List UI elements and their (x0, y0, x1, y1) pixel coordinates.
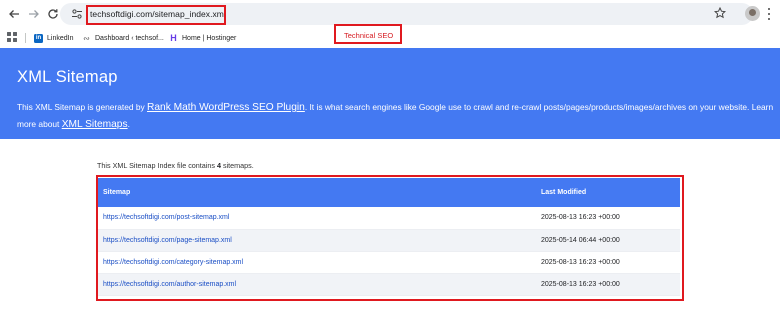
intro-suffix: . (127, 119, 130, 129)
wordpress-icon: ∾ (83, 33, 90, 43)
sitemap-cell: https://techsoftdigi.com/post-sitemap.xm… (98, 207, 541, 230)
bookmark-label: Home | Hostinger (182, 34, 237, 42)
page-title: XML Sitemap (17, 68, 118, 86)
profile-avatar[interactable] (745, 6, 760, 21)
bookmark-hostinger[interactable]: H Home | Hostinger (169, 32, 236, 44)
sitemap-link[interactable]: https://techsoftdigi.com/author-sitemap.… (103, 281, 236, 288)
bookmark-label: LinkedIn (47, 34, 74, 42)
sitemap-cell: https://techsoftdigi.com/page-sitemap.xm… (98, 229, 541, 252)
table-row: https://techsoftdigi.com/category-sitema… (98, 251, 680, 274)
sitemap-link[interactable]: https://techsoftdigi.com/page-sitemap.xm… (103, 237, 232, 244)
column-header-sitemap: Sitemap (98, 178, 541, 207)
rank-math-link[interactable]: Rank Math WordPress SEO Plugin (147, 102, 305, 113)
back-button[interactable] (6, 6, 22, 22)
xml-sitemaps-link[interactable]: XML Sitemaps (62, 119, 128, 130)
reload-icon (48, 9, 58, 19)
arrow-left-icon (9, 10, 19, 18)
sitemap-count-text: This XML Sitemap Index file contains 4 s… (97, 161, 254, 170)
last-modified-cell: 2025-08-13 16:23 +00:00 (541, 273, 680, 296)
bookmark-dashboard[interactable]: ∾ Dashboard ‹ techsof... (82, 32, 164, 44)
browser-menu-icon[interactable] (766, 8, 772, 20)
sitemap-table: Sitemap Last Modified https://techsoftdi… (98, 178, 680, 296)
hostinger-icon: H (170, 32, 177, 43)
table-row: https://techsoftdigi.com/post-sitemap.xm… (98, 207, 680, 230)
reload-button[interactable] (45, 6, 61, 22)
column-header-last-modified: Last Modified (541, 178, 680, 207)
apps-grid-icon[interactable] (7, 32, 17, 42)
arrow-right-icon (29, 10, 39, 18)
forward-button[interactable] (26, 6, 42, 22)
sitemap-link[interactable]: https://techsoftdigi.com/post-sitemap.xm… (103, 214, 229, 221)
sitemap-link[interactable]: https://techsoftdigi.com/category-sitema… (103, 259, 243, 266)
table-header-row: Sitemap Last Modified (98, 178, 680, 207)
technical-seo-tag: Technical SEO (344, 31, 394, 40)
count-prefix: This XML Sitemap Index file contains (97, 161, 217, 170)
last-modified-cell: 2025-08-13 16:23 +00:00 (541, 207, 680, 230)
bookmark-star-icon[interactable] (714, 7, 726, 19)
browser-toolbar: techsoftdigi.com/sitemap_index.xml (0, 0, 780, 28)
url-text[interactable]: techsoftdigi.com/sitemap_index.xml (90, 9, 226, 19)
bookmark-linkedin[interactable]: in LinkedIn (34, 32, 73, 44)
sitemap-cell: https://techsoftdigi.com/author-sitemap.… (98, 273, 541, 296)
table-row: https://techsoftdigi.com/page-sitemap.xm… (98, 229, 680, 252)
sitemap-cell: https://techsoftdigi.com/category-sitema… (98, 251, 541, 274)
bookmark-label: Dashboard ‹ techsof... (95, 34, 164, 42)
intro-prefix: This XML Sitemap is generated by (17, 102, 148, 112)
count-suffix: sitemaps. (220, 161, 254, 170)
last-modified-cell: 2025-05-14 06:44 +00:00 (541, 229, 680, 252)
last-modified-cell: 2025-08-13 16:23 +00:00 (541, 251, 680, 274)
linkedin-icon: in (34, 33, 43, 43)
table-row: https://techsoftdigi.com/author-sitemap.… (98, 273, 680, 296)
bookmarks-divider (25, 33, 26, 43)
intro-text: This XML Sitemap is generated by Rank Ma… (17, 99, 777, 133)
sitemap-header: XML Sitemap This XML Sitemap is generate… (0, 48, 780, 139)
site-settings-icon[interactable] (71, 8, 83, 20)
